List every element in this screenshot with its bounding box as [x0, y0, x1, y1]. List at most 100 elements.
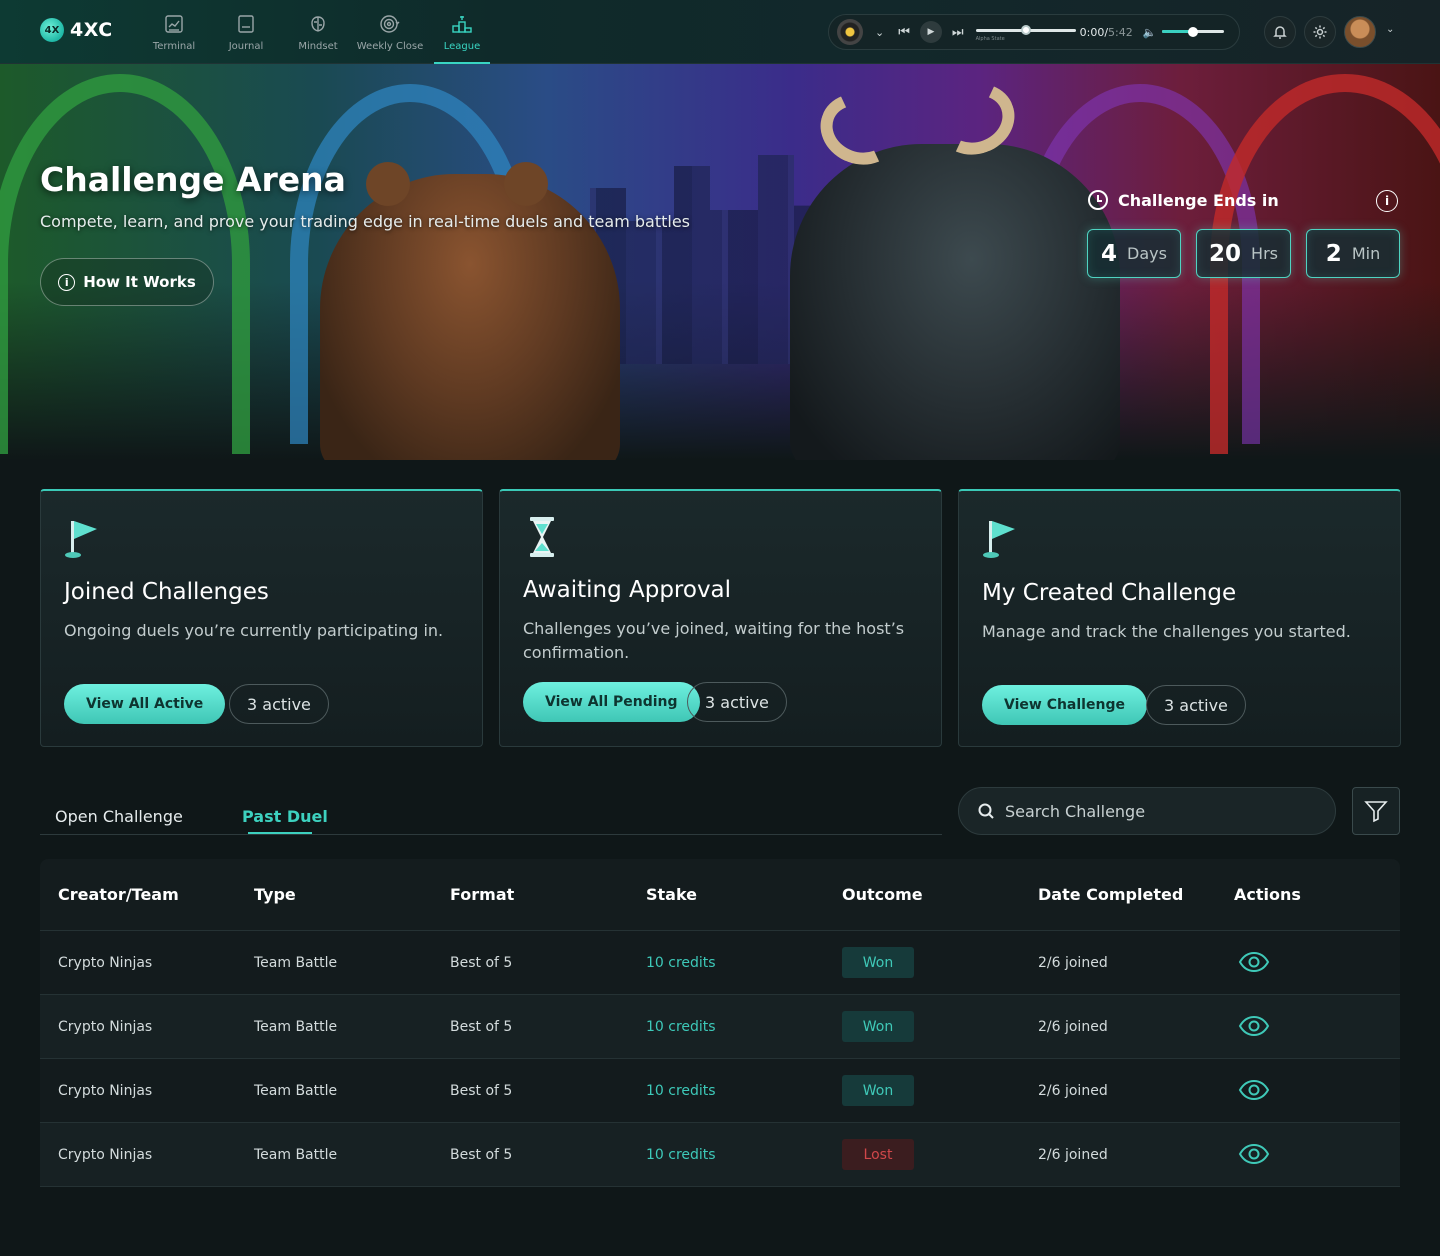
active-count-badge: 3 active	[1146, 685, 1246, 725]
track-progress-knob[interactable]	[1020, 25, 1031, 35]
cell-outcome: Lost	[842, 1139, 914, 1170]
cell-creator: Crypto Ninjas	[58, 1082, 153, 1099]
nav-item-league[interactable]: League	[426, 0, 498, 64]
challenge-ends-label: Challenge Ends in	[1088, 190, 1279, 210]
active-count-badge: 3 active	[229, 684, 329, 724]
countdown-days-unit: Days	[1127, 244, 1167, 263]
nav-item-weekly-close[interactable]: Weekly Close	[354, 0, 426, 64]
eye-icon	[1238, 1143, 1270, 1165]
tab-past-duel[interactable]: Past Duel	[242, 807, 328, 826]
view-details-button[interactable]	[1238, 1079, 1270, 1105]
flag-icon	[65, 521, 97, 558]
column-header-date-completed[interactable]: Date Completed	[1038, 885, 1183, 904]
view-challenge-button[interactable]: View Challenge	[982, 685, 1147, 725]
column-header-type[interactable]: Type	[254, 885, 296, 904]
app-logo[interactable]: 4X 4XC	[40, 18, 113, 42]
cell-date-completed: 2/6 joined	[1038, 1146, 1108, 1163]
duration-time: 5:42	[1108, 25, 1133, 39]
filter-icon	[1364, 801, 1388, 823]
card-title: Awaiting Approval	[523, 577, 732, 603]
table-row[interactable]: Crypto Ninjas Team Battle Best of 5 10 c…	[40, 931, 1400, 995]
app-name: 4XC	[70, 19, 113, 41]
nav-label-weekly-close: Weekly Close	[356, 40, 424, 52]
cell-format: Best of 5	[450, 1082, 513, 1099]
info-icon: i	[58, 273, 76, 291]
cell-date-completed: 2/6 joined	[1038, 1082, 1108, 1099]
info-icon[interactable]: i	[1376, 190, 1398, 212]
cell-creator: Crypto Ninjas	[58, 1146, 153, 1163]
nav-label-journal: Journal	[228, 40, 264, 52]
cell-stake: 10 credits	[646, 1146, 716, 1163]
view-details-button[interactable]	[1238, 951, 1270, 977]
filter-button[interactable]	[1352, 787, 1400, 835]
countdown-minutes-value: 2	[1325, 240, 1342, 267]
table-row[interactable]: Crypto Ninjas Team Battle Best of 5 10 c…	[40, 1059, 1400, 1123]
column-header-outcome[interactable]: Outcome	[842, 885, 923, 904]
table-row[interactable]: Crypto Ninjas Team Battle Best of 5 10 c…	[40, 995, 1400, 1059]
column-header-format[interactable]: Format	[450, 885, 514, 904]
column-header-stake[interactable]: Stake	[646, 885, 697, 904]
search-bar	[958, 787, 1336, 835]
search-icon	[978, 803, 994, 819]
outcome-badge: Lost	[842, 1139, 914, 1170]
view-details-button[interactable]	[1238, 1015, 1270, 1041]
cell-type: Team Battle	[254, 1018, 338, 1035]
cell-date-completed: 2/6 joined	[1038, 1018, 1108, 1035]
nav-item-journal[interactable]: Journal	[210, 0, 282, 64]
awaiting-approval-card: Awaiting Approval Challenges you’ve join…	[499, 489, 942, 747]
view-details-button[interactable]	[1238, 1143, 1270, 1169]
top-navigation-bar: 4X 4XC Terminal Journal Mindset Weekly C…	[0, 0, 1440, 64]
view-all-pending-button[interactable]: View All Pending	[523, 682, 700, 722]
flag-icon	[983, 521, 1015, 558]
eye-icon	[1238, 1015, 1270, 1037]
volume-slider[interactable]	[1162, 27, 1225, 37]
volume-icon[interactable]: 🔈	[1143, 26, 1157, 39]
active-count-badge: 3 active	[687, 682, 787, 722]
table-row[interactable]: Crypto Ninjas Team Battle Best of 5 10 c…	[40, 1123, 1400, 1187]
music-player: ⌄ ⏮ ▶ ⏭ Alpha State 0:00/5:42 🔈	[828, 14, 1240, 50]
previous-track-button[interactable]: ⏮	[898, 25, 910, 40]
elapsed-time: 0:00	[1079, 25, 1105, 39]
column-header-creator[interactable]: Creator/Team	[58, 885, 179, 904]
page-subtitle: Compete, learn, and prove your trading e…	[40, 212, 691, 231]
card-description: Challenges you’ve joined, waiting for th…	[523, 619, 905, 662]
track-time: 0:00/5:42	[1079, 25, 1133, 39]
hourglass-icon	[530, 517, 554, 557]
column-header-actions: Actions	[1234, 885, 1301, 904]
gear-icon	[1313, 25, 1327, 39]
avatar[interactable]	[1344, 16, 1376, 48]
card-description: Manage and track the challenges you star…	[982, 622, 1351, 641]
card-title: My Created Challenge	[982, 580, 1237, 606]
track-progress-slider[interactable]: Alpha State	[975, 22, 1076, 42]
chevron-down-icon[interactable]: ⌄	[1386, 24, 1394, 35]
settings-button[interactable]	[1304, 16, 1336, 48]
tab-open-challenge[interactable]: Open Challenge	[55, 807, 183, 826]
cell-format: Best of 5	[450, 1146, 513, 1163]
page-title: Challenge Arena	[40, 160, 346, 199]
countdown-days-value: 4	[1101, 240, 1118, 267]
cell-creator: Crypto Ninjas	[58, 1018, 153, 1035]
cell-outcome: Won	[842, 1075, 914, 1106]
cell-format: Best of 5	[450, 954, 513, 971]
next-track-button[interactable]: ⏭	[952, 25, 964, 40]
nav-item-terminal[interactable]: Terminal	[138, 0, 210, 64]
volume-knob[interactable]	[1188, 27, 1199, 37]
how-it-works-label: How It Works	[83, 273, 196, 291]
how-it-works-button[interactable]: i How It Works	[40, 258, 214, 306]
nav-item-mindset[interactable]: Mindset	[282, 0, 354, 64]
outcome-badge: Won	[842, 1075, 914, 1106]
notifications-button[interactable]	[1264, 16, 1296, 48]
countdown-minutes: 2 Min	[1306, 229, 1400, 278]
cell-stake: 10 credits	[646, 954, 716, 971]
cell-stake: 10 credits	[646, 1082, 716, 1099]
card-title: Joined Challenges	[64, 579, 269, 605]
journal-icon	[238, 14, 254, 33]
chevron-down-icon[interactable]: ⌄	[875, 26, 884, 39]
countdown-hours: 20 Hrs	[1196, 229, 1291, 278]
nav-label-terminal: Terminal	[152, 40, 196, 52]
play-button[interactable]: ▶	[919, 21, 942, 43]
view-all-active-button[interactable]: View All Active	[64, 684, 226, 724]
countdown-minutes-unit: Min	[1351, 244, 1381, 263]
search-input[interactable]	[1005, 801, 1305, 821]
podium-icon	[452, 15, 472, 33]
